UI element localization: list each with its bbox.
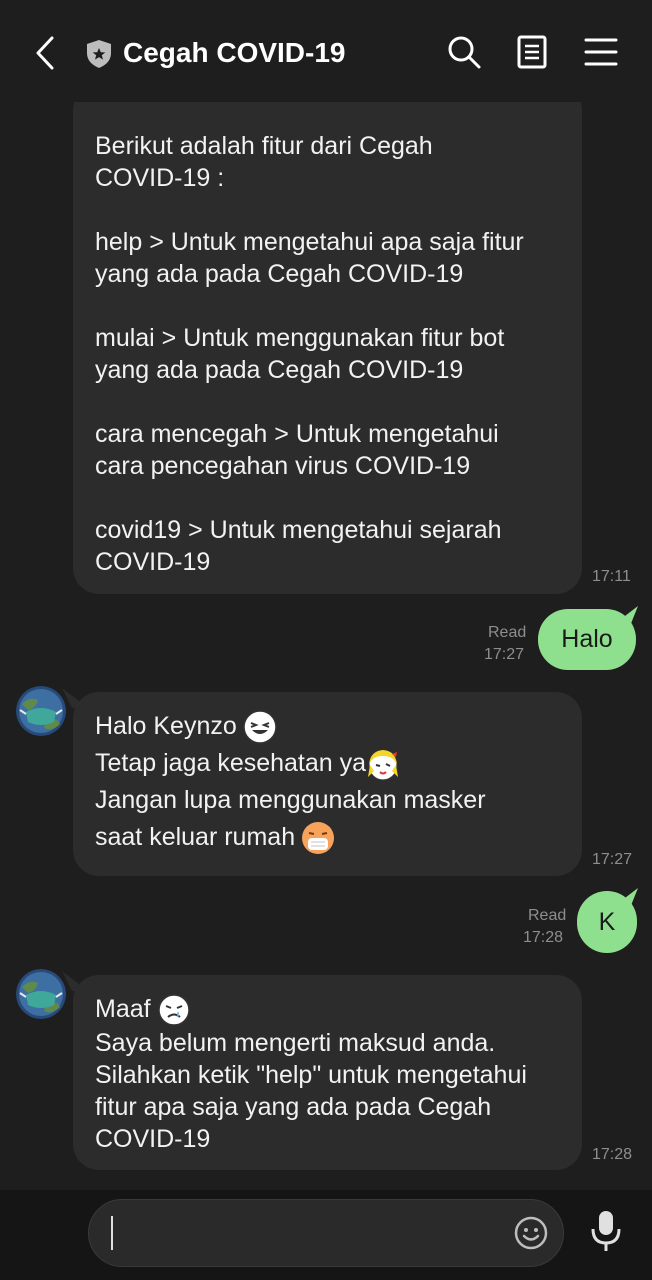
laughing-emoji-icon xyxy=(243,710,277,745)
read-receipt: Read xyxy=(528,907,567,924)
chat-title: Cegah COVID-19 xyxy=(123,37,346,68)
chat-header: Cegah COVID-19 xyxy=(0,0,652,102)
message-line: cara mencegah > Untuk mengetahui xyxy=(95,420,499,448)
emoji-icon[interactable] xyxy=(513,1215,549,1251)
search-icon[interactable] xyxy=(446,34,482,70)
bot-avatar[interactable] xyxy=(16,969,66,1019)
message-line: mulai > Untuk menggunakan fitur bot xyxy=(95,324,505,352)
message-line: Maaf xyxy=(95,991,560,1027)
message-timestamp: 17:28 xyxy=(523,929,564,946)
message-line: fitur apa saja yang ada pada Cegah xyxy=(95,1093,492,1122)
wink-girl-emoji-icon xyxy=(368,750,399,781)
microphone-icon[interactable] xyxy=(588,1209,624,1253)
message-line: covid19 > Untuk mengetahui sejarah xyxy=(95,516,502,544)
message-line: yang ada pada Cegah COVID-19 xyxy=(95,260,464,288)
message-line: Jangan lupa menggunakan masker xyxy=(95,786,486,814)
message-line: yang ada pada Cegah COVID-19 xyxy=(95,356,464,384)
incoming-message-bubble[interactable]: Maaf Saya belum mengerti maksud anda. Si… xyxy=(73,975,582,1170)
shield-icon xyxy=(87,40,111,68)
notes-icon[interactable] xyxy=(514,34,550,70)
message-text: Halo xyxy=(561,625,613,653)
bubble-tail xyxy=(612,606,638,626)
incoming-message-bubble[interactable]: Berikut adalah fitur dari Cegah COVID-19… xyxy=(73,84,582,594)
sad-face-emoji-icon xyxy=(157,994,190,1027)
message-timestamp: 17:27 xyxy=(484,646,525,663)
read-receipt: Read xyxy=(488,624,527,641)
message-line: Saya belum mengerti maksud anda. xyxy=(95,1029,496,1058)
menu-icon[interactable] xyxy=(583,34,619,70)
message-timestamp: 17:11 xyxy=(592,568,631,585)
bubble-tail xyxy=(612,888,638,908)
message-text: Tetap jaga kesehatan ya xyxy=(95,749,367,777)
message-line: COVID-19 : xyxy=(95,164,225,192)
bot-avatar[interactable] xyxy=(16,686,66,736)
incoming-message-bubble[interactable]: Halo Keynzo Tetap jaga kesehatan ya Jang… xyxy=(73,692,582,876)
message-text: Halo Keynzo xyxy=(95,712,237,740)
back-icon[interactable] xyxy=(30,34,64,72)
mask-face-emoji-icon xyxy=(302,822,335,855)
message-line: help > Untuk mengetahui apa saja fitur xyxy=(95,228,524,256)
message-line: COVID-19 xyxy=(95,548,211,576)
message-input[interactable] xyxy=(88,1199,564,1267)
message-line: saat keluar rumah xyxy=(95,819,560,856)
message-timestamp: 17:27 xyxy=(592,851,633,868)
text-caret xyxy=(111,1216,113,1250)
message-line: cara pencegahan virus COVID-19 xyxy=(95,452,471,480)
message-text: K xyxy=(598,908,616,936)
message-line: Berikut adalah fitur dari Cegah xyxy=(95,132,433,160)
message-line: Silahkan ketik "help" untuk mengetahui xyxy=(95,1061,527,1090)
message-text: saat keluar rumah xyxy=(95,823,296,851)
message-line: COVID-19 xyxy=(95,1125,211,1154)
message-timestamp: 17:28 xyxy=(592,1146,633,1163)
message-line: Tetap jaga kesehatan ya xyxy=(95,745,560,782)
message-text: Maaf xyxy=(95,995,151,1023)
message-line: Halo Keynzo xyxy=(95,708,560,745)
chat-area[interactable]: Berikut adalah fitur dari Cegah COVID-19… xyxy=(0,0,652,1190)
